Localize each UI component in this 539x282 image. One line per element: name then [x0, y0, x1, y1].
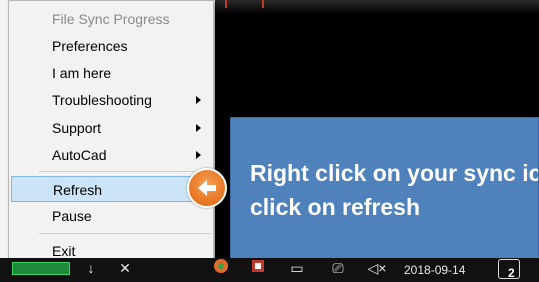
menu-item-label: Preferences — [52, 38, 128, 54]
menu-separator — [39, 233, 211, 234]
instruction-callout: Right click on your sync icon and click … — [230, 117, 539, 260]
menu-item-support[interactable]: Support — [9, 115, 213, 141]
submenu-arrow-icon — [196, 124, 201, 132]
tray-context-menu: File Sync Progress Preferences I am here… — [8, 0, 214, 267]
close-icon[interactable]: ✕ — [118, 258, 132, 278]
menu-item-label: File Sync Progress — [52, 11, 170, 27]
menu-item-autocad[interactable]: AutoCad — [9, 142, 213, 168]
submenu-arrow-icon — [196, 151, 201, 159]
app-tray-icon[interactable] — [212, 258, 230, 278]
menu-item-label: I am here — [52, 65, 112, 81]
sync-status-indicator[interactable] — [12, 262, 70, 275]
menu-item-file-sync-progress: File Sync Progress — [9, 6, 213, 32]
notification-count: 2 — [508, 266, 515, 280]
menu-item-label: Pause — [52, 208, 92, 224]
left-arrow-icon — [187, 168, 227, 208]
tray-arrow-icon[interactable]: ↓ — [84, 258, 98, 278]
menu-item-label: Troubleshooting — [52, 92, 152, 108]
callout-line-2: click on refresh — [250, 194, 421, 220]
menu-item-label: AutoCad — [52, 147, 107, 163]
background-mark — [262, 0, 264, 8]
menu-item-label: Support — [52, 120, 102, 136]
volume-muted-icon[interactable]: ◁× — [366, 258, 388, 278]
submenu-arrow-icon — [196, 96, 201, 104]
menu-item-label: Refresh — [53, 182, 103, 198]
background-mark — [225, 0, 227, 8]
menu-item-pause[interactable]: Pause — [9, 203, 213, 229]
taskbar-date[interactable]: 2018-09-14 — [404, 263, 465, 277]
menu-item-preferences[interactable]: Preferences — [9, 33, 213, 59]
menu-item-i-am-here[interactable]: I am here — [9, 60, 213, 86]
menu-item-troubleshooting[interactable]: Troubleshooting — [9, 87, 213, 113]
monitor-icon[interactable]: ⎚ — [328, 258, 348, 278]
network-icon[interactable]: ▭ — [287, 258, 307, 278]
menu-item-refresh[interactable]: Refresh — [11, 176, 211, 202]
sync-tray-icon[interactable] — [249, 258, 267, 278]
callout-line-1: Right click on your sync icon and — [250, 160, 538, 186]
menu-separator — [39, 171, 211, 172]
